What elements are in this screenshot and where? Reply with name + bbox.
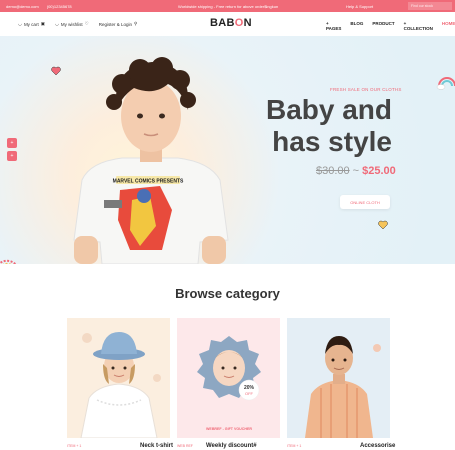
logo-o: O — [234, 17, 244, 29]
category-tag: WEB REF — [177, 444, 193, 448]
category-image — [305, 336, 381, 438]
hero-title-line2: has style — [272, 126, 392, 157]
rainbow-icon — [0, 259, 17, 264]
nav-collection[interactable]: + COLLECTION — [404, 21, 433, 31]
plus-icon: + — [10, 140, 14, 146]
logo-prefix: BAB — [210, 17, 235, 29]
old-price: $30.00 — [316, 165, 350, 177]
hero-banner: + + MARVEL COMICS PRESENTS FRESH SALE ON… — [0, 36, 455, 264]
phone-link[interactable]: (00)12345678 — [47, 4, 72, 9]
heart-icon — [378, 220, 388, 230]
discount-badge-off: OFF — [245, 391, 254, 396]
voucher-text: WEBREF - GIFT VOUCHER — [206, 427, 252, 431]
category-card-accessorise[interactable] — [287, 318, 390, 438]
plus-icon: + — [10, 153, 14, 159]
category-label-neck-tshirt[interactable]: Neck t-shirt — [140, 443, 173, 449]
shirt-print-text: MARVEL COMICS PRESENTS — [113, 179, 184, 185]
main-nav: + PAGES BLOG PRODUCT + COLLECTION HOME — [326, 21, 455, 31]
hero-kid-image: MARVEL COMICS PRESENTS — [73, 57, 229, 264]
header-utilities: ◡ My cart ▣ ◡ My wishlist ♡ Register & L… — [18, 21, 137, 27]
browse-category-title: Browse category — [175, 286, 280, 301]
category-card-neck-tshirt[interactable] — [67, 318, 170, 438]
category-image: 20% OFF WEBREF - GIFT VOUCHER — [197, 336, 261, 431]
nav-product[interactable]: PRODUCT — [372, 21, 394, 31]
hero-subtitle: FRESH SALE ON OUR CLOTHS — [330, 87, 402, 92]
my-cart-link[interactable]: ◡ My cart ▣ — [18, 21, 45, 27]
search-input[interactable]: Find our stock — [408, 2, 452, 10]
hero-title: Baby and has style — [262, 94, 392, 158]
user-icon: ◡ — [18, 21, 22, 26]
user-icon: ◡ — [54, 21, 59, 26]
email-link[interactable]: demo@demo.com — [6, 4, 39, 9]
new-price: $25.00 — [362, 165, 396, 177]
category-tag: ITEM + 1 — [287, 444, 302, 448]
category-label-weekly-discount[interactable]: Weekly discount# — [206, 443, 257, 449]
price-separator: ~ — [352, 165, 360, 177]
top-bar: demo@demo.com (00)12345678 Worldwide shi… — [0, 0, 455, 12]
logo-suffix: N — [243, 17, 252, 29]
rainbow-cloud-icon — [436, 77, 455, 90]
nav-home[interactable]: HOME — [442, 21, 455, 31]
my-cart-label: My cart — [23, 21, 39, 27]
header: ◡ My cart ▣ ◡ My wishlist ♡ Register & L… — [0, 12, 455, 36]
hero-title-line1: Baby and — [265, 94, 392, 125]
slider-next-button[interactable]: + — [7, 151, 17, 161]
my-wishlist-label: My wishlist — [60, 21, 83, 27]
account-icon: ⚲ — [134, 21, 138, 26]
category-label-accessorise[interactable]: Accessorise — [360, 443, 395, 449]
hero-price: $30.00 ~ $25.00 — [316, 165, 396, 177]
category-image — [80, 332, 161, 438]
nav-pages-label: PAGES — [326, 26, 342, 31]
my-wishlist-link[interactable]: ◡ My wishlist ♡ — [55, 21, 89, 27]
contact-info: demo@demo.com (00)12345678 — [6, 4, 72, 9]
logo[interactable]: BABON — [210, 17, 252, 29]
nav-pages[interactable]: + PAGES — [326, 21, 341, 31]
cart-icon: ▣ — [40, 21, 45, 26]
online-cloth-button[interactable]: ONLINE CLOTH — [340, 195, 390, 209]
account-label: Register & Login — [98, 21, 132, 27]
category-card-weekly-discount[interactable]: 20% OFF WEBREF - GIFT VOUCHER — [177, 318, 280, 438]
category-tag: ITEM + 1 — [67, 444, 82, 448]
nav-collection-label: COLLECTION — [403, 26, 433, 31]
slider-prev-button[interactable]: + — [7, 138, 17, 148]
account-link[interactable]: Register & Login ⚲ — [99, 21, 138, 27]
help-link[interactable]: Help & Support — [346, 4, 373, 9]
promo-text: Worldwide shipping - Free return for abo… — [178, 3, 279, 9]
nav-blog[interactable]: BLOG — [350, 21, 363, 31]
heart-icon: ♡ — [84, 21, 89, 26]
